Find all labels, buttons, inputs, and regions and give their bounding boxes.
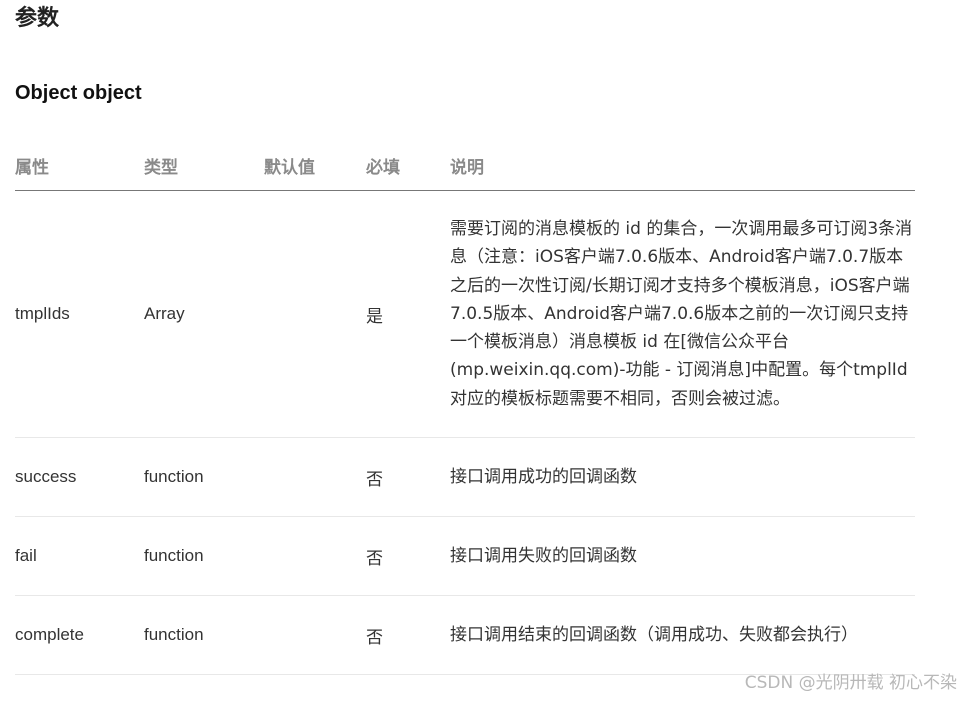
cell-type: Array [144,190,264,438]
cell-required: 否 [366,437,450,517]
table-row: complete function 否 接口调用结束的回调函数（调用成功、失败都… [15,595,915,675]
header-description: 说明 [450,140,915,191]
cell-property: success [15,437,144,517]
cell-default [264,595,366,675]
cell-required: 否 [366,516,450,596]
cell-property: fail [15,516,144,596]
page-title: 参数 [15,6,60,31]
header-required: 必填 [366,140,450,191]
cell-type: function [144,437,264,517]
params-table: 属性 类型 默认值 必填 说明 tmplIds Array 是 需要订阅的消息模… [15,140,915,675]
cell-default [264,516,366,596]
cell-required: 否 [366,595,450,675]
cell-required: 是 [366,190,450,438]
cell-type: function [144,595,264,675]
table-row: fail function 否 接口调用失败的回调函数 [15,516,915,596]
csdn-watermark: CSDN @光阴卅载 初心不染 [744,673,957,693]
table-header-row: 属性 类型 默认值 必填 说明 [15,140,915,191]
table-row: success function 否 接口调用成功的回调函数 [15,437,915,517]
cell-description: 接口调用失败的回调函数 [450,516,915,596]
section-title: Object object [15,82,142,104]
cell-property: complete [15,595,144,675]
cell-property: tmplIds [15,190,144,438]
cell-description: 接口调用成功的回调函数 [450,437,915,517]
cell-type: function [144,516,264,596]
cell-default [264,190,366,438]
header-default: 默认值 [264,140,366,191]
cell-description: 接口调用结束的回调函数（调用成功、失败都会执行） [450,595,915,675]
cell-default [264,437,366,517]
header-property: 属性 [15,140,144,191]
cell-description: 需要订阅的消息模板的 id 的集合，一次调用最多可订阅3条消息（注意：iOS客户… [450,190,915,438]
table-row: tmplIds Array 是 需要订阅的消息模板的 id 的集合，一次调用最多… [15,190,915,438]
header-type: 类型 [144,140,264,191]
